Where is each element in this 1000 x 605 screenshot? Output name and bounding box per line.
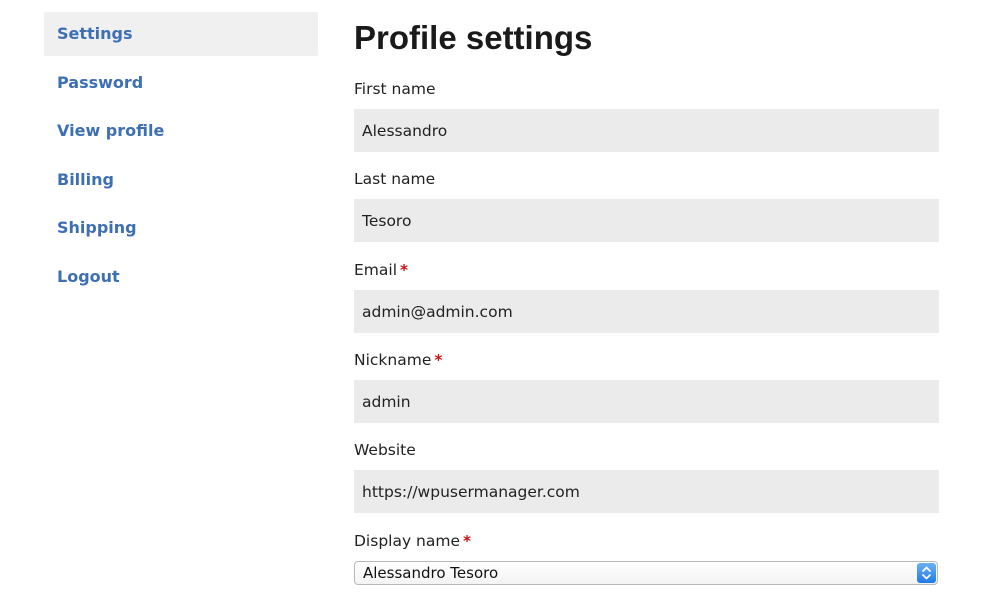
first-name-field[interactable] xyxy=(354,109,939,152)
nickname-group: Nickname * xyxy=(354,350,939,423)
email-label: Email * xyxy=(354,260,939,280)
sidebar-item-shipping[interactable]: Shipping xyxy=(44,206,318,250)
nickname-label-text: Nickname xyxy=(354,351,432,369)
profile-form: Profile settings First name Last name Em… xyxy=(354,14,939,585)
sidebar-item-logout[interactable]: Logout xyxy=(44,255,318,299)
account-sidebar: Settings Password View profile Billing S… xyxy=(44,12,318,304)
first-name-group: First name xyxy=(354,79,939,152)
website-label: Website xyxy=(354,440,939,460)
display-name-group: Display name * Alessandro Tesoro xyxy=(354,531,939,585)
display-name-label: Display name * xyxy=(354,531,939,551)
up-down-chevron-icon[interactable] xyxy=(917,563,936,583)
website-label-text: Website xyxy=(354,441,416,459)
page-title: Profile settings xyxy=(354,19,593,56)
email-field[interactable] xyxy=(354,290,939,333)
display-name-label-text: Display name xyxy=(354,532,461,550)
website-field[interactable] xyxy=(354,470,939,513)
first-name-label: First name xyxy=(354,79,939,99)
required-marker: * xyxy=(434,351,443,369)
sidebar-item-password[interactable]: Password xyxy=(44,61,318,105)
profile-settings-page: Settings Password View profile Billing S… xyxy=(0,0,1000,605)
required-marker: * xyxy=(400,261,409,279)
first-name-label-text: First name xyxy=(354,80,436,98)
nickname-field[interactable] xyxy=(354,380,939,423)
website-group: Website xyxy=(354,440,939,513)
sidebar-item-billing[interactable]: Billing xyxy=(44,158,318,202)
last-name-group: Last name xyxy=(354,169,939,242)
last-name-label: Last name xyxy=(354,169,939,189)
required-marker: * xyxy=(463,532,472,550)
nickname-label: Nickname * xyxy=(354,350,939,370)
email-label-text: Email xyxy=(354,261,398,279)
display-name-select[interactable]: Alessandro Tesoro xyxy=(354,561,938,585)
display-name-selected-value: Alessandro Tesoro xyxy=(363,564,499,582)
sidebar-item-settings[interactable]: Settings xyxy=(44,12,318,56)
last-name-label-text: Last name xyxy=(354,170,436,188)
email-group: Email * xyxy=(354,260,939,333)
last-name-field[interactable] xyxy=(354,199,939,242)
sidebar-item-view-profile[interactable]: View profile xyxy=(44,109,318,153)
